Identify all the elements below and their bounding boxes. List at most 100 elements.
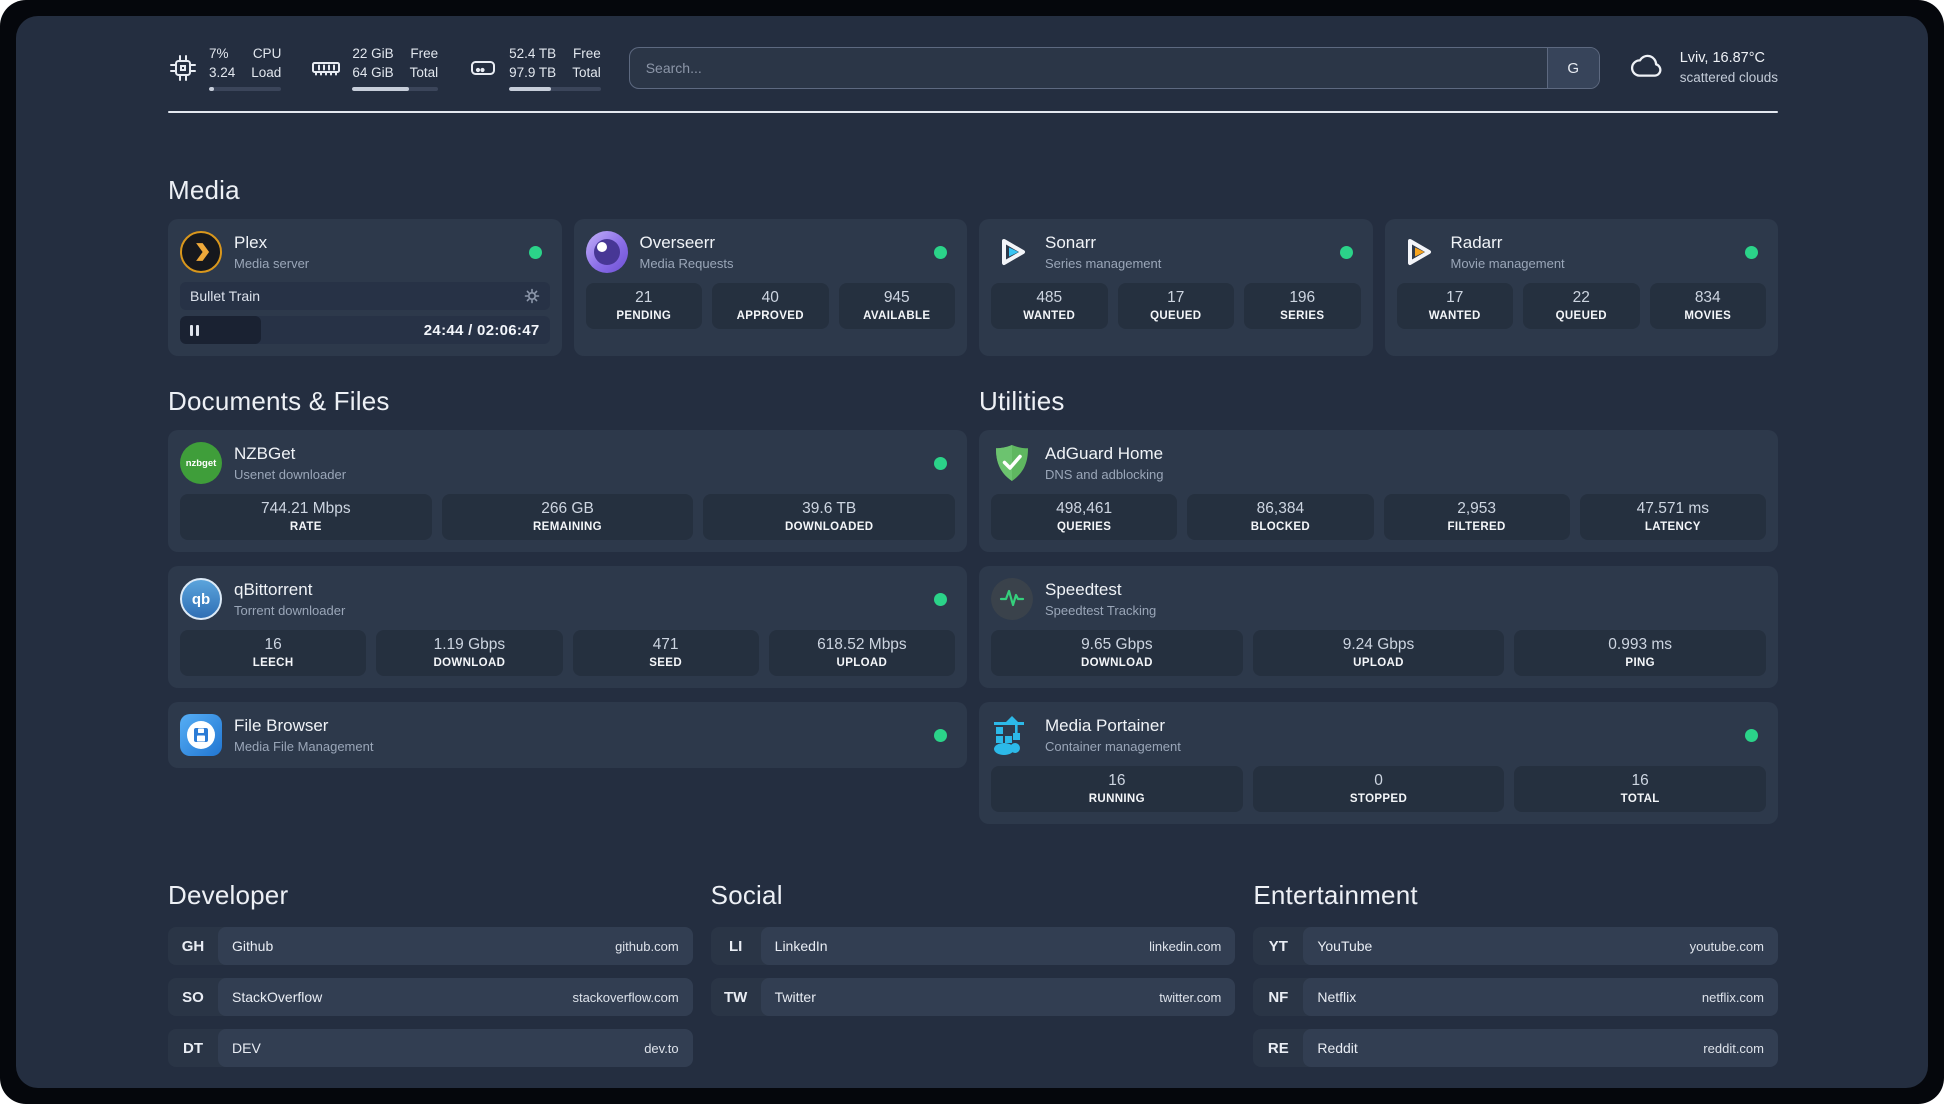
disk-values: 52.4 TB 97.9 TB — [509, 45, 556, 81]
playback-progress — [180, 316, 262, 344]
bookmark-name: DEV — [232, 1040, 261, 1056]
app-link-qbittorrent[interactable]: qb qBittorrent Torrent downloader — [180, 578, 922, 620]
stat-tile: 21 PENDING — [585, 283, 702, 329]
app-link-speedtest[interactable]: Speedtest Speedtest Tracking — [991, 578, 1766, 620]
bookmark-abbr: TW — [723, 988, 748, 1006]
disk-stat: 52.4 TB 97.9 TB Free Total — [468, 45, 601, 91]
bookmark-youtube[interactable]: YT YouTube youtube.com — [1253, 927, 1778, 965]
header-divider — [168, 111, 1778, 113]
app-name: Sonarr — [1045, 232, 1097, 252]
app-name: Plex — [234, 232, 268, 252]
bookmark-github[interactable]: GH Github github.com — [168, 927, 693, 965]
portainer-icon — [991, 714, 1033, 756]
search-provider-button[interactable]: G — [1546, 48, 1599, 88]
section-utilities: Utilities AdGuard Home DNS and adblockin… — [979, 386, 1778, 824]
stat-tile: 834 MOVIES — [1649, 283, 1766, 329]
cpu-values: 7% 3.24 — [209, 45, 235, 81]
dashboard-page: 7% 3.24 CPU Load 22 GiB 64 GiB Free Tota… — [16, 16, 1928, 1088]
now-playing-row: Bullet Train — [180, 282, 550, 310]
search-input[interactable] — [629, 48, 1547, 88]
filebrowser-icon — [180, 714, 222, 756]
app-card-speedtest: Speedtest Speedtest Tracking 9.65 Gbps DO… — [979, 566, 1778, 688]
app-link-sonarr[interactable]: Sonarr Series management — [991, 231, 1328, 273]
status-dot-online — [1745, 245, 1758, 259]
status-dot-online — [934, 456, 947, 470]
app-link-plex[interactable]: Plex Media server — [180, 231, 517, 273]
app-subtitle: Container management — [1045, 738, 1181, 754]
bookmark-name: LinkedIn — [774, 938, 828, 954]
sonarr-icon — [991, 231, 1033, 273]
bookmark-netflix[interactable]: NF Netflix netflix.com — [1253, 978, 1778, 1016]
bookmark-stackoverflow[interactable]: SO StackOverflow stackoverflow.com — [168, 978, 693, 1016]
app-card-qbittorrent: qb qBittorrent Torrent downloader 16 LEEC… — [168, 566, 967, 688]
stat-tile: 0 STOPPED — [1252, 766, 1505, 812]
bookmark-url: twitter.com — [1159, 989, 1222, 1005]
bookmark-body: StackOverflow stackoverflow.com — [218, 978, 693, 1016]
now-playing-title: Bullet Train — [190, 288, 261, 304]
stat-tile: 618.52 Mbps UPLOAD — [768, 630, 955, 676]
status-dot-online — [934, 245, 947, 259]
stat-tile: 9.65 Gbps DOWNLOAD — [991, 630, 1243, 676]
memory-icon — [312, 62, 341, 76]
app-link-portainer[interactable]: Media Portainer Container management — [991, 714, 1733, 756]
app-card-adguard: AdGuard Home DNS and adblocking 498,461 Q… — [979, 430, 1778, 552]
bookmark-reddit[interactable]: RE Reddit reddit.com — [1253, 1029, 1778, 1067]
bookmark-abbr: LI — [728, 937, 743, 955]
app-name: AdGuard Home — [1045, 443, 1164, 463]
memory-stat: 22 GiB 64 GiB Free Total — [311, 45, 439, 91]
disk-meter — [509, 86, 601, 91]
bookmark-name: StackOverflow — [232, 989, 323, 1005]
bookmark-body: YouTube youtube.com — [1303, 927, 1778, 965]
media-grid: Plex Media server Bullet Train 24:44 / 0… — [168, 219, 1778, 356]
memory-free: 22 GiB — [352, 46, 394, 62]
app-link-filebrowser[interactable]: File Browser Media File Management — [180, 714, 922, 756]
status-dot-online — [1745, 728, 1758, 742]
bookmark-name: Reddit — [1317, 1040, 1358, 1056]
app-name: File Browser — [234, 715, 329, 735]
stat-tile: 22 QUEUED — [1523, 283, 1640, 329]
gear-icon[interactable] — [524, 288, 540, 304]
bookmark-name: YouTube — [1317, 938, 1373, 954]
stat-tile: 16 TOTAL — [1514, 766, 1767, 812]
app-card-sonarr: Sonarr Series management 485 WANTED 17 QUE… — [979, 219, 1373, 356]
bookmark-url: stackoverflow.com — [572, 989, 679, 1005]
bookmark-body: LinkedIn linkedin.com — [760, 927, 1236, 965]
stat-tile: 16 LEECH — [180, 630, 367, 676]
bookmark-body: Twitter twitter.com — [760, 978, 1236, 1016]
memory-stat-body: 22 GiB 64 GiB Free Total — [352, 45, 439, 91]
disk-icon — [471, 61, 496, 75]
stat-tile: 9.24 Gbps UPLOAD — [1252, 630, 1505, 676]
stat-tile: 471 SEED — [572, 630, 759, 676]
overseerr-icon — [585, 231, 628, 273]
cpu-load-avg: 3.24 — [209, 64, 236, 80]
app-link-nzbget[interactable]: nzbget NZBGet Usenet downloader — [180, 442, 922, 484]
app-subtitle: Movie management — [1450, 255, 1565, 271]
stat-tile: 1.19 Gbps DOWNLOAD — [376, 630, 563, 676]
bookmark-abbr: YT — [1268, 937, 1288, 955]
app-link-radarr[interactable]: Radarr Movie management — [1397, 231, 1734, 273]
app-name: Overseerr — [639, 232, 716, 252]
app-link-adguard[interactable]: AdGuard Home DNS and adblocking — [991, 442, 1766, 484]
stat-tile: 39.6 TB DOWNLOADED — [703, 494, 956, 540]
cpu-meter — [209, 86, 282, 91]
app-link-overseerr[interactable]: Overseerr Media Requests — [585, 231, 923, 273]
cpu-icon — [170, 55, 196, 81]
bookmark-url: netflix.com — [1701, 989, 1764, 1005]
pause-icon[interactable] — [190, 324, 193, 336]
stat-tile: 945 AVAILABLE — [838, 283, 955, 329]
app-name: Speedtest — [1045, 579, 1122, 599]
bookmark-dev[interactable]: DT DEV dev.to — [168, 1029, 693, 1067]
weather-widget: Lviv, 16.87°C scattered clouds — [1628, 48, 1778, 88]
adguard-icon — [991, 442, 1033, 484]
stat-tile: 0.993 ms PING — [1514, 630, 1767, 676]
disk-free: 52.4 TB — [509, 46, 557, 62]
section-title-documents: Documents & Files — [168, 386, 390, 416]
bookmark-linkedin[interactable]: LI LinkedIn linkedin.com — [710, 927, 1236, 965]
bookmark-twitter[interactable]: TW Twitter twitter.com — [710, 978, 1236, 1016]
bookmark-url: linkedin.com — [1149, 938, 1222, 954]
status-dot-online — [528, 245, 542, 259]
app-name: Media Portainer — [1045, 715, 1166, 735]
memory-values: 22 GiB 64 GiB — [352, 45, 393, 81]
qbittorrent-icon: qb — [180, 578, 222, 620]
header: 7% 3.24 CPU Load 22 GiB 64 GiB Free Tota… — [168, 40, 1778, 96]
